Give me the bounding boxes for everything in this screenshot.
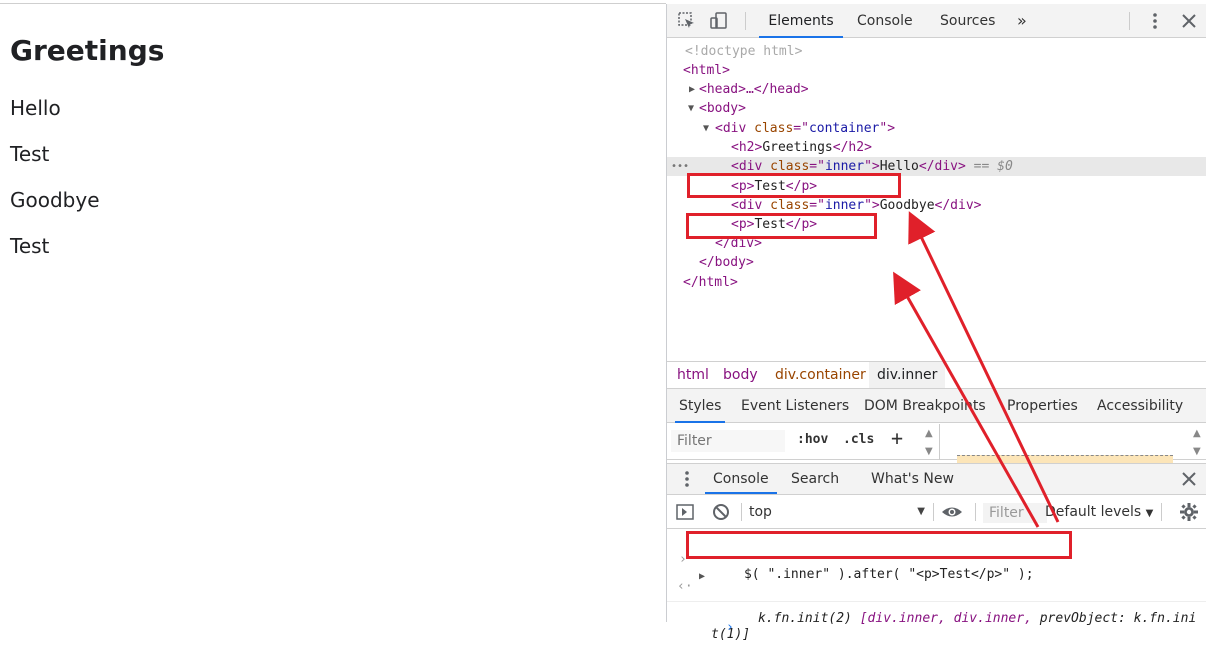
paragraph-goodbye: Goodbye [10,188,100,212]
toolbar-divider-right [1129,12,1130,30]
inspect-element-icon[interactable] [677,11,697,31]
node-head[interactable]: ▶ <head>…</head> [667,80,1206,99]
pane-divider [939,424,940,460]
expand-triangle-icon[interactable]: ▶ [699,569,705,585]
devtools-panel: Elements Console Sources » <!doctype htm… [666,4,1206,642]
drawer-tab-search[interactable]: Search [791,464,839,494]
console-toolbar: top ▼ Filter Default levels ▼ [667,495,1206,529]
console-result-line[interactable]: ‹· ▶ k.fn.init(2) [div.inner, div.inner,… [667,563,1206,642]
paragraph-hello: Hello [10,96,61,120]
console-filter-input[interactable]: Filter [983,503,1047,523]
annotation-box-p-test-1 [687,173,901,198]
node-html-close[interactable]: </html> [667,273,1206,292]
tab-dom-breakpoints[interactable]: DOM Breakpoints [864,389,986,423]
annotation-box-console-input [686,531,1072,559]
drawer-menu-icon[interactable] [677,469,697,489]
paragraph-test-1: Test [10,142,50,166]
node-html[interactable]: <html> [667,61,1206,80]
page-heading: Greetings [10,34,165,67]
scroll-down-icon-right[interactable]: ▼ [1193,446,1201,457]
context-select[interactable]: top ▼ [749,501,925,523]
tab-event-listeners[interactable]: Event Listeners [741,389,849,423]
annotation-box-p-test-2 [686,213,877,239]
device-toolbar-icon[interactable] [709,11,729,31]
box-model-preview [957,455,1173,463]
devtools-toolbar: Elements Console Sources » [667,4,1206,38]
scroll-up-icon[interactable]: ▲ [925,428,933,439]
collapse-triangle-icon[interactable]: ▼ [688,99,694,118]
node-body[interactable]: ▼ <body> [667,99,1206,118]
toolbar-divider [745,12,746,30]
console-toolbar-divider-3 [975,503,976,521]
drawer-tabbar: Console Search What's New [667,463,1206,495]
drawer-tab-console[interactable]: Console [705,464,777,494]
styles-tabbar: Styles Event Listeners DOM Breakpoints P… [667,389,1206,423]
breadcrumb-div-inner[interactable]: div.inner [869,362,946,388]
paragraph-test-2: Test [10,234,50,258]
node-div-container[interactable]: ▼ <div class="container"> [667,119,1206,138]
tab-console[interactable]: Console [857,4,913,38]
collapse-triangle-icon[interactable]: ▼ [703,119,709,138]
breadcrumb-div-container[interactable]: div.container [775,362,866,388]
tab-sources[interactable]: Sources [940,4,995,38]
scroll-down-icon[interactable]: ▼ [925,446,933,457]
more-tabs-icon[interactable]: » [1017,4,1027,38]
tab-elements[interactable]: Elements [759,4,843,38]
breadcrumb-html[interactable]: html [677,362,709,388]
console-toolbar-divider-4 [1161,503,1162,521]
elements-tree: <!doctype html> <html> ▶ <head>…</head> ▼… [667,39,1206,361]
rendered-page: Greetings Hello Test Goodbye Test [0,4,666,622]
console-toolbar-divider-2 [933,503,934,521]
breadcrumb: html body div.container div.inner [667,361,1206,389]
hov-toggle[interactable]: :hov [797,432,828,447]
console-settings-gear-icon[interactable] [1179,502,1199,522]
close-drawer-icon[interactable] [1179,469,1199,489]
add-style-rule-button[interactable]: + [891,426,903,450]
node-h2[interactable]: <h2>Greetings</h2> [667,138,1206,157]
cls-toggle[interactable]: .cls [843,432,874,447]
node-body-close[interactable]: </body> [667,253,1206,272]
console-toolbar-divider [741,503,742,521]
clear-console-icon[interactable] [711,502,731,522]
console-prompt[interactable]: › [667,605,1206,650]
scroll-up-icon-right[interactable]: ▲ [1193,428,1201,439]
kebab-menu-icon[interactable] [1145,11,1165,31]
console-divider [667,601,1206,602]
show-sidebar-icon[interactable] [675,502,695,522]
node-doctype[interactable]: <!doctype html> [667,42,1206,61]
live-expression-eye-icon[interactable] [941,502,962,522]
chevron-down-icon: ▼ [917,506,925,517]
default-levels-dropdown[interactable]: Default levels ▼ [1045,495,1153,529]
tab-accessibility[interactable]: Accessibility [1097,389,1183,423]
breadcrumb-body[interactable]: body [723,362,758,388]
tab-styles[interactable]: Styles [675,389,726,423]
expand-triangle-icon[interactable]: ▶ [689,80,695,99]
close-devtools-icon[interactable] [1179,11,1199,31]
drawer-tab-whats-new[interactable]: What's New [871,464,954,494]
styles-filter-input[interactable] [671,430,785,452]
chevron-down-icon: ▼ [1145,508,1154,519]
tab-properties[interactable]: Properties [1007,389,1078,423]
